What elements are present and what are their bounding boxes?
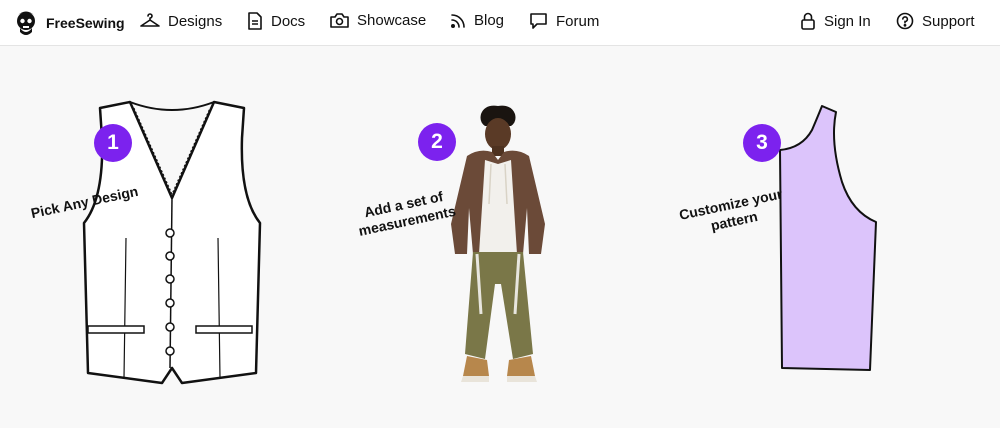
- lock-icon: [801, 12, 815, 30]
- nav-blog-label: Blog: [474, 12, 505, 29]
- nav-support[interactable]: Support: [896, 12, 975, 30]
- nav-support-label: Support: [922, 12, 975, 30]
- chat-bubble-icon: [530, 13, 547, 29]
- step-2-badge: 2: [418, 123, 456, 161]
- question-circle-icon: [896, 12, 914, 30]
- document-icon: [248, 12, 262, 30]
- nav-showcase-label: Showcase: [357, 12, 427, 29]
- nav-blog[interactable]: Blog: [450, 12, 504, 29]
- person-photo: [451, 105, 545, 382]
- nav-designs-label: Designs: [168, 12, 223, 30]
- nav-designs[interactable]: Designs: [140, 12, 222, 30]
- step-3-label: Customize your pattern: [678, 185, 788, 240]
- hanger-icon: [140, 13, 160, 27]
- nav-sign-in-label: Sign In: [824, 12, 871, 30]
- nav-showcase[interactable]: Showcase: [330, 12, 426, 29]
- nav-sign-in[interactable]: Sign In: [800, 12, 871, 30]
- nav-forum-label: Forum: [556, 12, 600, 30]
- brand-name: FreeSewing: [46, 15, 125, 31]
- nav-docs[interactable]: Docs: [247, 12, 305, 30]
- step-3-badge: 3: [743, 124, 781, 162]
- step-2-label: Add a set of measurements: [354, 186, 458, 240]
- brand-logo-link[interactable]: FreeSewing: [14, 10, 125, 36]
- step-1-badge: 1: [94, 124, 132, 162]
- nav-docs-label: Docs: [271, 12, 306, 30]
- camera-icon: [330, 13, 349, 28]
- top-navbar: FreeSewing Designs Docs Showcase Blog Fo…: [0, 0, 1000, 46]
- nav-forum[interactable]: Forum: [529, 12, 599, 30]
- freesewing-logo-icon: [17, 11, 35, 35]
- rss-icon: [450, 13, 465, 28]
- pattern-piece: [779, 105, 877, 371]
